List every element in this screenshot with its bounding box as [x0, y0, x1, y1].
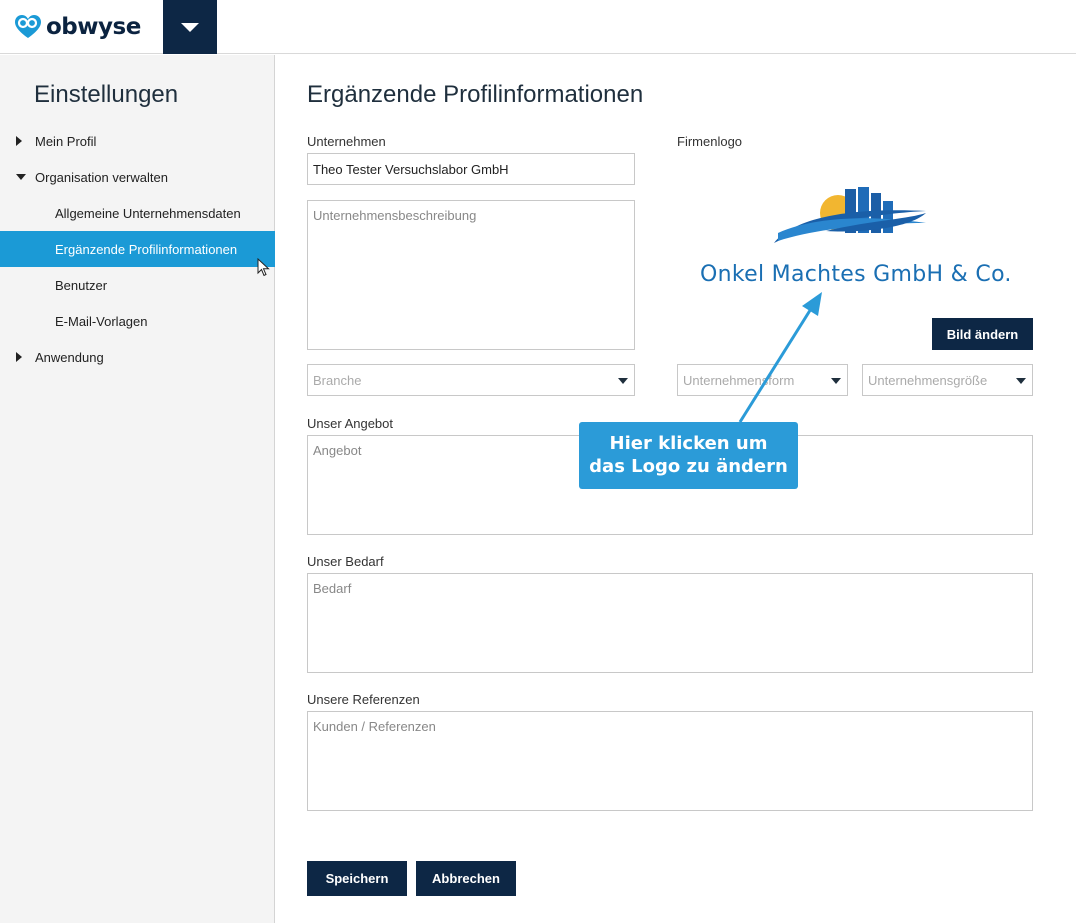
dropdown-arrow-icon: [831, 378, 841, 384]
cancel-button[interactable]: Abbrechen: [416, 861, 516, 896]
sidebar-item-label: Ergänzende Profilinformationen: [55, 241, 238, 257]
company-logo-text: Onkel Machtes GmbH & Co.: [700, 262, 1012, 287]
sidebar-item-label: Allgemeine Unternehmensdaten: [55, 205, 241, 221]
sidebar-title: Einstellungen: [34, 81, 179, 108]
unternehmensgroesse-select[interactable]: Unternehmensgröße: [862, 364, 1033, 396]
top-bar: obwyse: [0, 0, 1076, 54]
references-label: Unsere Referenzen: [307, 692, 420, 707]
chevron-right-icon: [16, 352, 22, 362]
sidebar-item-email-vorlagen[interactable]: E-Mail-Vorlagen: [0, 303, 275, 339]
unternehmensgroesse-placeholder: Unternehmensgröße: [868, 372, 988, 388]
brand-name: obwyse: [46, 14, 141, 40]
menu-dropdown-button[interactable]: [163, 0, 217, 54]
sidebar-item-organisation-verwalten[interactable]: Organisation verwalten: [0, 159, 275, 195]
company-logo-image[interactable]: [698, 183, 1008, 263]
sidebar-item-label: Benutzer: [55, 277, 108, 293]
callout-arrow-icon: [738, 292, 822, 423]
dropdown-arrow-icon: [618, 378, 628, 384]
branche-select[interactable]: Branche: [307, 364, 635, 396]
sidebar-item-label: Organisation verwalten: [35, 169, 168, 185]
callout-line-1: Hier klicken um: [609, 433, 768, 454]
sidebar-item-benutzer[interactable]: Benutzer: [0, 267, 275, 303]
chevron-down-icon: [16, 174, 26, 180]
references-textarea[interactable]: Kunden / Referenzen: [307, 711, 1033, 811]
company-description-textarea[interactable]: Unternehmensbeschreibung: [307, 200, 635, 350]
brand-logo[interactable]: obwyse: [14, 13, 141, 41]
need-label: Unser Bedarf: [307, 554, 384, 569]
sidebar-item-label: E-Mail-Vorlagen: [55, 313, 148, 329]
sidebar-item-ergaenzende-profilinformationen[interactable]: Ergänzende Profilinformationen: [0, 231, 275, 267]
company-name-input[interactable]: Theo Tester Versuchslabor GmbH: [307, 153, 635, 185]
offer-label: Unser Angebot: [307, 416, 394, 431]
save-button[interactable]: Speichern: [307, 861, 407, 896]
company-label: Unternehmen: [307, 134, 386, 149]
sidebar-item-label: Anwendung: [35, 349, 104, 365]
caret-down-icon: [181, 22, 199, 32]
branche-placeholder: Branche: [313, 372, 362, 388]
callout-tooltip: Hier klicken um das Logo zu ändern: [579, 422, 798, 489]
mouse-pointer-icon: [257, 258, 270, 277]
need-textarea[interactable]: Bedarf: [307, 573, 1033, 673]
sidebar-item-allgemeine-unternehmensdaten[interactable]: Allgemeine Unternehmensdaten: [0, 195, 275, 231]
sidebar-item-label: Mein Profil: [35, 133, 97, 149]
callout-line-2: das Logo zu ändern: [589, 456, 788, 477]
change-image-button[interactable]: Bild ändern: [932, 318, 1033, 350]
sidebar-item-mein-profil[interactable]: Mein Profil: [0, 123, 275, 159]
sidebar: Einstellungen Mein Profil Organisation v…: [0, 55, 275, 923]
sidebar-item-anwendung[interactable]: Anwendung: [0, 339, 275, 375]
page-title: Ergänzende Profilinformationen: [307, 81, 644, 108]
dropdown-arrow-icon: [1016, 378, 1026, 384]
obwyse-heart-icon: [15, 15, 41, 38]
company-logo-label: Firmenlogo: [677, 134, 743, 149]
chevron-right-icon: [16, 136, 22, 146]
